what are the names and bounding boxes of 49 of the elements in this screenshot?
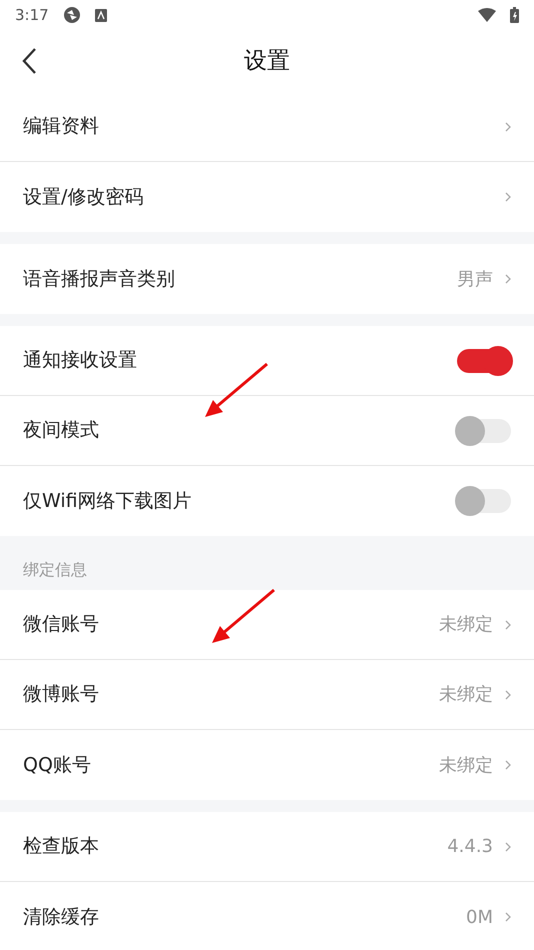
settings-row[interactable]: 语音播报声音类别 男声 xyxy=(0,244,534,314)
sync-icon xyxy=(62,6,81,24)
chevron-icon xyxy=(505,760,511,770)
toggle-switch[interactable] xyxy=(457,489,511,513)
chevron-icon xyxy=(505,912,511,922)
settings-row[interactable]: 微信账号 未绑定 xyxy=(0,590,534,660)
row-label: 微博账号 xyxy=(23,682,100,708)
page-title: 设置 xyxy=(244,46,290,76)
row-label: 仅Wifi网络下载图片 xyxy=(23,488,193,514)
settings-row[interactable]: 设置/修改密码 xyxy=(0,162,534,232)
settings-row[interactable]: 夜间模式 xyxy=(0,396,534,466)
toggle-switch[interactable] xyxy=(457,348,511,372)
back-icon[interactable] xyxy=(22,48,36,74)
status-time: 3:17 xyxy=(15,4,49,26)
row-value: 0M xyxy=(466,906,493,930)
row-label: 夜间模式 xyxy=(23,418,100,444)
toggle-switch[interactable] xyxy=(457,418,511,442)
settings-row[interactable]: 通知接收设置 xyxy=(0,326,534,396)
row-label: 通知接收设置 xyxy=(23,348,138,374)
row-value: 4.4.3 xyxy=(447,835,493,859)
chevron-icon xyxy=(505,620,511,630)
settings-row[interactable]: 清除缓存 0M xyxy=(0,882,534,950)
settings-row[interactable]: 检查版本 4.4.3 xyxy=(0,812,534,882)
chevron-icon xyxy=(505,192,511,202)
row-label: 语音播报声音类别 xyxy=(23,266,176,292)
row-label: 清除缓存 xyxy=(23,904,100,930)
row-label: 编辑资料 xyxy=(23,114,100,140)
settings-row[interactable]: 微博账号 未绑定 xyxy=(0,660,534,730)
row-value: 未绑定 xyxy=(439,754,493,778)
row-label: QQ账号 xyxy=(23,752,92,778)
chevron-icon xyxy=(505,274,511,284)
battery-icon xyxy=(510,7,519,23)
wifi-icon xyxy=(478,8,496,22)
row-value: 男声 xyxy=(457,268,493,292)
annotation-arrow xyxy=(210,588,276,646)
section-title: 绑定信息 xyxy=(23,559,87,581)
chevron-icon xyxy=(505,842,511,852)
annotation-arrow xyxy=(203,362,269,420)
keyboard-icon xyxy=(94,8,107,22)
row-label: 微信账号 xyxy=(23,612,100,638)
row-label: 检查版本 xyxy=(23,834,100,860)
row-value: 未绑定 xyxy=(439,613,493,637)
chevron-icon xyxy=(505,122,511,132)
settings-row[interactable]: QQ账号 未绑定 xyxy=(0,730,534,800)
chevron-icon xyxy=(505,690,511,700)
settings-row[interactable]: 仅Wifi网络下载图片 xyxy=(0,466,534,536)
row-value: 未绑定 xyxy=(439,683,493,707)
row-label: 设置/修改密码 xyxy=(23,184,144,210)
settings-row[interactable]: 编辑资料 xyxy=(0,92,534,162)
